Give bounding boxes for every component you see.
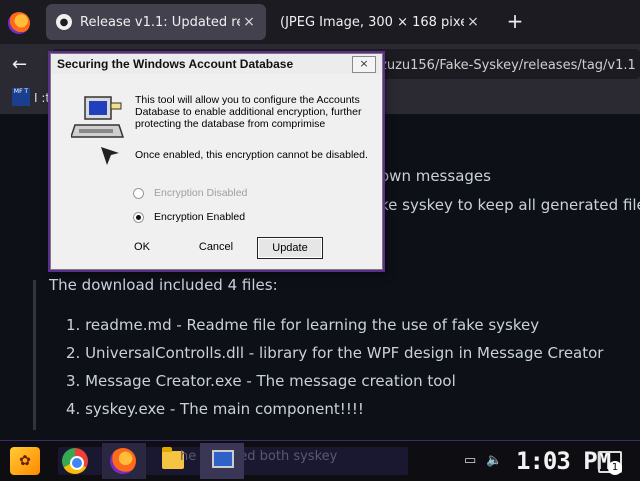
url-text[interactable]: zuzu156/Fake-Syskey/releases/tag/v1.1 (380, 58, 636, 73)
taskbar: ✿ he installed both syskey ▭ 🔈 1:03 PM 1 (0, 440, 640, 481)
browser-tab-bar: ● Release v1.1: Updated readme × (JPEG I… (0, 0, 640, 44)
github-icon: ● (56, 14, 72, 30)
bookmark-label[interactable]: I :t (34, 91, 50, 105)
tab-close-icon[interactable]: × (464, 14, 482, 30)
dialog-close-button[interactable]: × (352, 56, 376, 73)
start-button[interactable]: ✿ (10, 447, 40, 475)
back-arrow-icon[interactable]: ← (12, 54, 27, 75)
chrome-icon[interactable] (62, 448, 88, 474)
clock[interactable]: 1:03 PM (516, 447, 611, 475)
tab-jpeg-image[interactable]: (JPEG Image, 300 × 168 pixels) × (272, 4, 490, 40)
radio-encryption-disabled[interactable]: Encryption Disabled (133, 187, 247, 199)
dialog-body: This tool will allow you to configure th… (51, 75, 382, 269)
update-button[interactable]: Update (257, 237, 323, 259)
bookmark-favicon[interactable]: MF T (12, 88, 30, 106)
network-icon[interactable]: ▭ (464, 453, 476, 468)
radio-label: Encryption Disabled (154, 187, 248, 199)
partial-text-line: ke syskey to keep all generated files in (380, 196, 640, 214)
computer-key-icon (71, 96, 125, 165)
syskey-taskbar-icon[interactable] (212, 450, 234, 468)
syskey-dialog: Securing the Windows Account Database × … (50, 53, 383, 270)
radio-encryption-enabled[interactable]: Encryption Enabled (133, 211, 245, 223)
partial-text-line: own messages (380, 167, 491, 185)
dialog-title: Securing the Windows Account Database (51, 54, 382, 74)
download-heading: The download included 4 files: (49, 276, 278, 294)
dialog-description: This tool will allow you to configure th… (135, 94, 362, 130)
tab-release[interactable]: ● Release v1.1: Updated readme × (46, 4, 266, 40)
file-list-item: 1. readme.md - Readme file for learning … (66, 316, 540, 334)
radio-indicator[interactable] (133, 187, 144, 199)
cancel-button[interactable]: Cancel (185, 237, 247, 257)
firefox-icon[interactable] (110, 448, 136, 474)
dialog-warning: Once enabled, this encryption cannot be … (135, 149, 368, 161)
tab-title: (JPEG Image, 300 × 168 pixels) (280, 14, 464, 30)
radio-indicator[interactable] (133, 211, 144, 223)
file-list-item: 3. Message Creator.exe - The message cre… (66, 372, 456, 390)
notification-badge: 1 (608, 461, 622, 475)
firefox-menu-icon[interactable] (8, 12, 30, 34)
ok-button[interactable]: OK (111, 237, 173, 257)
file-list-item: 2. UniversalControlls.dll - library for … (66, 344, 604, 362)
radio-label: Encryption Enabled (154, 211, 246, 223)
new-tab-button[interactable]: + (504, 10, 526, 32)
tab-title: Release v1.1: Updated readme (80, 14, 240, 30)
file-list-item: 4. syskey.exe - The main component!!!! (66, 400, 364, 418)
volume-icon[interactable]: 🔈 (486, 453, 502, 468)
tab-close-icon[interactable]: × (240, 14, 258, 30)
list-divider (33, 280, 36, 430)
